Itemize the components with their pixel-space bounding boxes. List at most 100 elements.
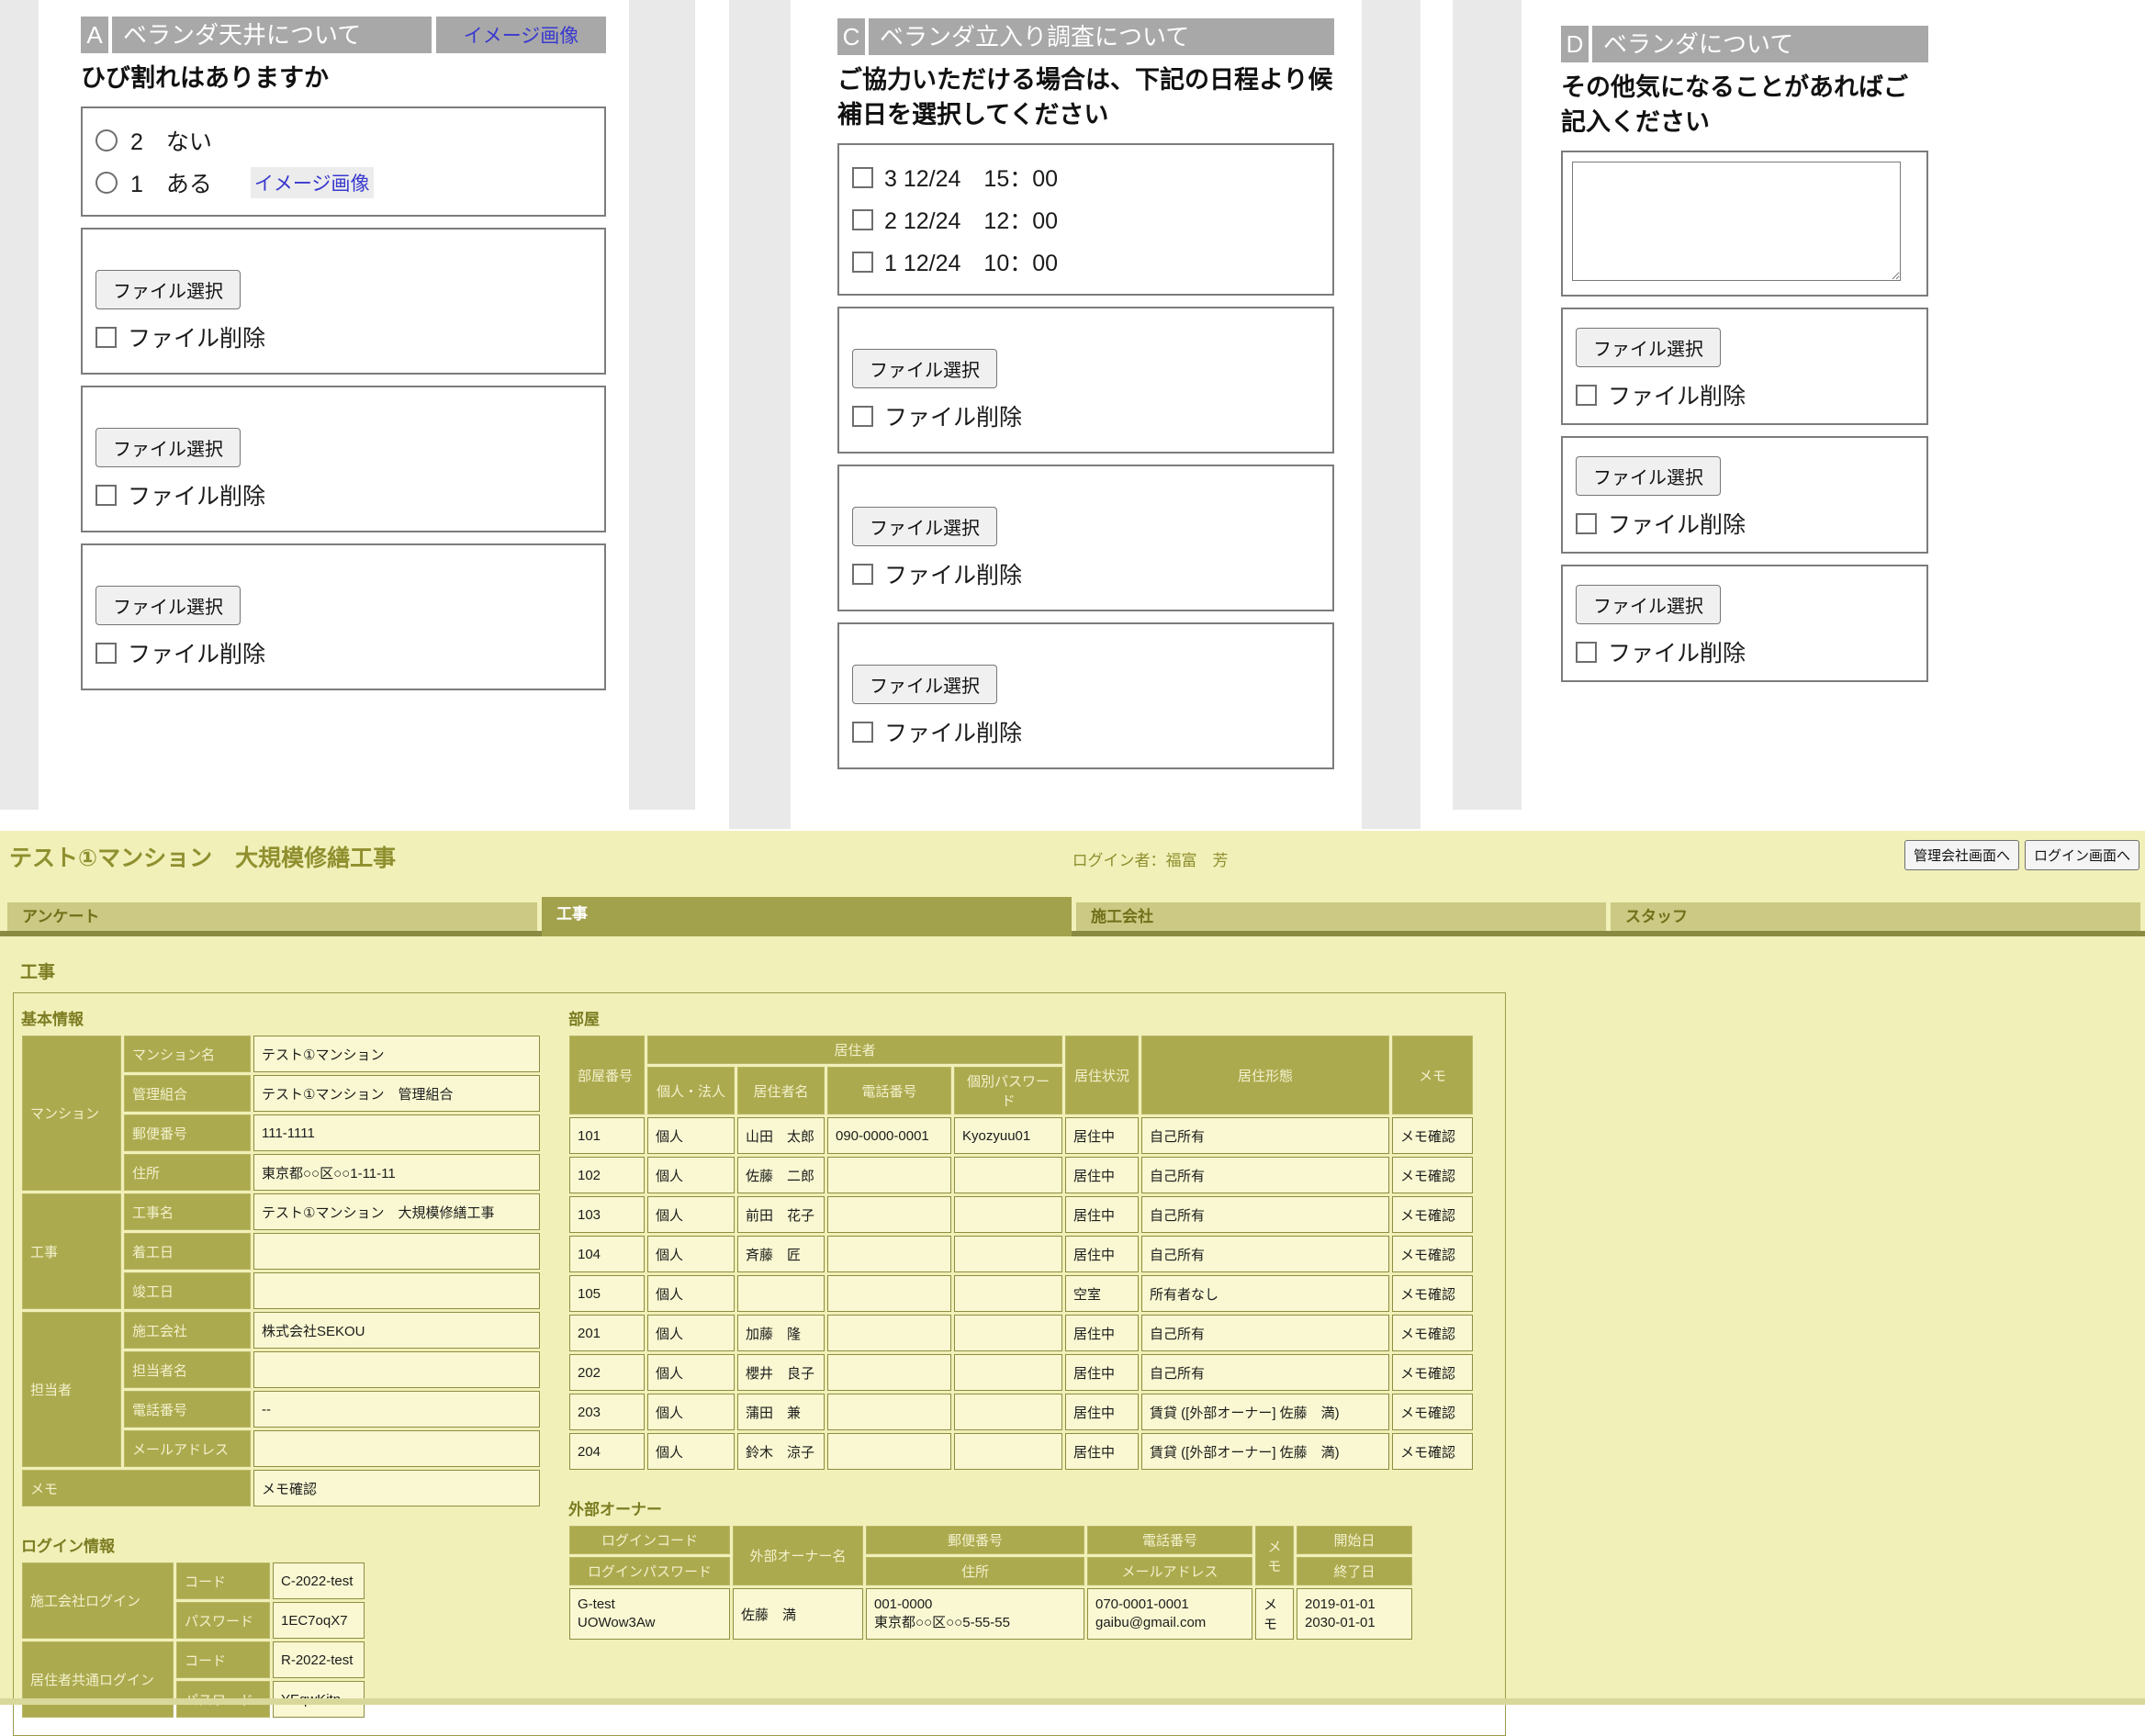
radio-button[interactable] [95, 129, 118, 151]
file-select-button[interactable]: ファイル選択 [95, 428, 241, 467]
background-stripe [729, 0, 791, 829]
col-header-type: 個人・法人 [647, 1067, 735, 1114]
tab-contractor[interactable]: 施工会社 [1076, 902, 1606, 931]
col-header-email: メールアドレス [1087, 1557, 1252, 1585]
file-upload-box: ファイル選択 ファイル削除 [1561, 436, 1928, 554]
radio-option-row: 2 ない [95, 119, 591, 162]
room-ownership: 所有者なし [1141, 1275, 1389, 1312]
row-label: 着工日 [124, 1233, 251, 1270]
file-select-button[interactable]: ファイル選択 [852, 665, 997, 704]
file-delete-checkbox[interactable] [852, 406, 873, 427]
room-type: 個人 [647, 1275, 735, 1312]
room-memo-link[interactable]: メモ確認 [1392, 1275, 1473, 1312]
memo-confirm-link[interactable]: メモ確認 [253, 1470, 540, 1506]
file-delete-checkbox[interactable] [852, 722, 873, 743]
file-select-button[interactable]: ファイル選択 [1576, 585, 1721, 624]
image-link[interactable]: イメージ画像 [464, 21, 579, 49]
phone-value: -- [253, 1391, 540, 1428]
date-checkbox[interactable] [852, 209, 873, 230]
room-status: 居住中 [1065, 1236, 1139, 1272]
admin-content: 工事 基本情報 マンション マンション名 テスト①マンション 管理組合 テスト①… [0, 936, 2145, 1736]
room-status: 居住中 [1065, 1157, 1139, 1193]
room-resident-name: 加藤 隆 [737, 1315, 825, 1351]
rooms-heading: 部屋 [568, 1006, 1496, 1029]
tab-construction[interactable]: 工事 [542, 897, 1072, 936]
room-number: 101 [569, 1117, 645, 1154]
panel-a-options-box: 2 ない 1 ある イメージ画像 [81, 106, 606, 217]
file-select-button[interactable]: ファイル選択 [1576, 328, 1721, 367]
row-label: 施工会社 [124, 1312, 251, 1349]
row-label: 竣工日 [124, 1272, 251, 1309]
image-link[interactable]: イメージ画像 [251, 167, 374, 198]
table-row: 202 個人 櫻井 良子 居住中 自己所有 メモ確認 [569, 1354, 1473, 1391]
room-memo-link[interactable]: メモ確認 [1392, 1157, 1473, 1193]
room-memo-link[interactable]: メモ確認 [1392, 1433, 1473, 1470]
tab-staff[interactable]: スタッフ [1611, 902, 2140, 931]
file-delete-checkbox[interactable] [1576, 385, 1597, 406]
room-status: 居住中 [1065, 1433, 1139, 1470]
room-memo-link[interactable]: メモ確認 [1392, 1196, 1473, 1233]
file-select-button[interactable]: ファイル選択 [852, 507, 997, 546]
room-memo-link[interactable]: メモ確認 [1392, 1394, 1473, 1430]
radio-label: 2 ない [130, 124, 212, 157]
col-header-password: 個別パスワード [954, 1067, 1062, 1114]
owner-login-code: G-test [578, 1596, 722, 1614]
room-number: 204 [569, 1433, 645, 1470]
panel-a-question: ひび割れはありますか [81, 61, 606, 95]
table-row: 204 個人 鈴木 涼子 居住中 賃貸 ([外部オーナー] 佐藤 満) メモ確認 [569, 1433, 1473, 1470]
table-row: 101 個人 山田 太郎 090-0000-0001 Kyozyuu01 居住中… [569, 1117, 1473, 1154]
file-delete-checkbox[interactable] [852, 564, 873, 585]
login-screen-button[interactable]: ログイン画面へ [2025, 840, 2139, 870]
file-delete-checkbox[interactable] [95, 485, 117, 506]
tab-survey[interactable]: アンケート [7, 902, 537, 931]
file-select-button[interactable]: ファイル選択 [1576, 456, 1721, 496]
end-date-value [253, 1272, 540, 1309]
panel-a-image-link-box: イメージ画像 [436, 17, 606, 53]
basic-info-table: マンション マンション名 テスト①マンション 管理組合 テスト①マンション 管理… [19, 1033, 543, 1509]
room-resident-name: 斉藤 匠 [737, 1236, 825, 1272]
owner-postal: 001-0000 [874, 1596, 1076, 1614]
row-label: 工事名 [124, 1193, 251, 1230]
resident-login-label: 居住者共通ログイン [22, 1641, 174, 1718]
room-phone [827, 1354, 951, 1391]
room-password [954, 1394, 1062, 1430]
radio-button[interactable] [95, 172, 118, 194]
other-comments-textarea[interactable] [1572, 162, 1901, 281]
file-delete-checkbox[interactable] [95, 643, 117, 664]
col-header-status: 居住状況 [1065, 1036, 1139, 1114]
owner-email: gaibu@gmail.com [1095, 1614, 1244, 1632]
owner-heading: 外部オーナー [568, 1496, 1496, 1519]
contractor-code-value: C-2022-test [273, 1562, 365, 1599]
date-checkbox[interactable] [852, 252, 873, 273]
room-memo-link[interactable]: メモ確認 [1392, 1315, 1473, 1351]
file-select-button[interactable]: ファイル選択 [95, 586, 241, 625]
header-buttons: 管理会社画面へ ログイン画面へ [1904, 840, 2139, 870]
room-status: 居住中 [1065, 1354, 1139, 1391]
date-checkbox[interactable] [852, 167, 873, 188]
file-upload-box: ファイル選択 ファイル削除 [1561, 308, 1928, 425]
owner-end-date: 2030-01-01 [1305, 1614, 1404, 1632]
file-delete-checkbox[interactable] [95, 327, 117, 348]
rooms-table: 部屋番号 居住者 居住状況 居住形態 メモ 個人・法人 居住者名 電話番号 個別… [567, 1033, 1476, 1473]
resident-code-value: R-2022-test [273, 1641, 365, 1678]
panel-d-question: その他気になることがあればご記入ください [1561, 70, 1928, 140]
radio-label: 1 ある [130, 166, 212, 199]
file-select-button[interactable]: ファイル選択 [95, 270, 241, 309]
room-status: 居住中 [1065, 1196, 1139, 1233]
file-select-button[interactable]: ファイル選択 [852, 349, 997, 388]
file-delete-checkbox[interactable] [1576, 642, 1597, 663]
room-memo-link[interactable]: メモ確認 [1392, 1117, 1473, 1154]
room-resident-name: 佐藤 二郎 [737, 1157, 825, 1193]
owner-table: ログインコード 外部オーナー名 郵便番号 電話番号 メモ 開始日 ログインパスワ… [567, 1523, 1415, 1642]
owner-period-cell: 2019-01-01 2030-01-01 [1297, 1588, 1412, 1640]
table-row: 201 個人 加藤 隆 居住中 自己所有 メモ確認 [569, 1315, 1473, 1351]
room-number: 203 [569, 1394, 645, 1430]
room-resident-name: 蒲田 兼 [737, 1394, 825, 1430]
col-header-start: 開始日 [1297, 1526, 1412, 1554]
management-screen-button[interactable]: 管理会社画面へ [1904, 840, 2019, 870]
room-password: Kyozyuu01 [954, 1117, 1062, 1154]
owner-memo-link[interactable]: メモ [1255, 1588, 1294, 1640]
room-memo-link[interactable]: メモ確認 [1392, 1236, 1473, 1272]
room-memo-link[interactable]: メモ確認 [1392, 1354, 1473, 1391]
file-delete-checkbox[interactable] [1576, 513, 1597, 534]
